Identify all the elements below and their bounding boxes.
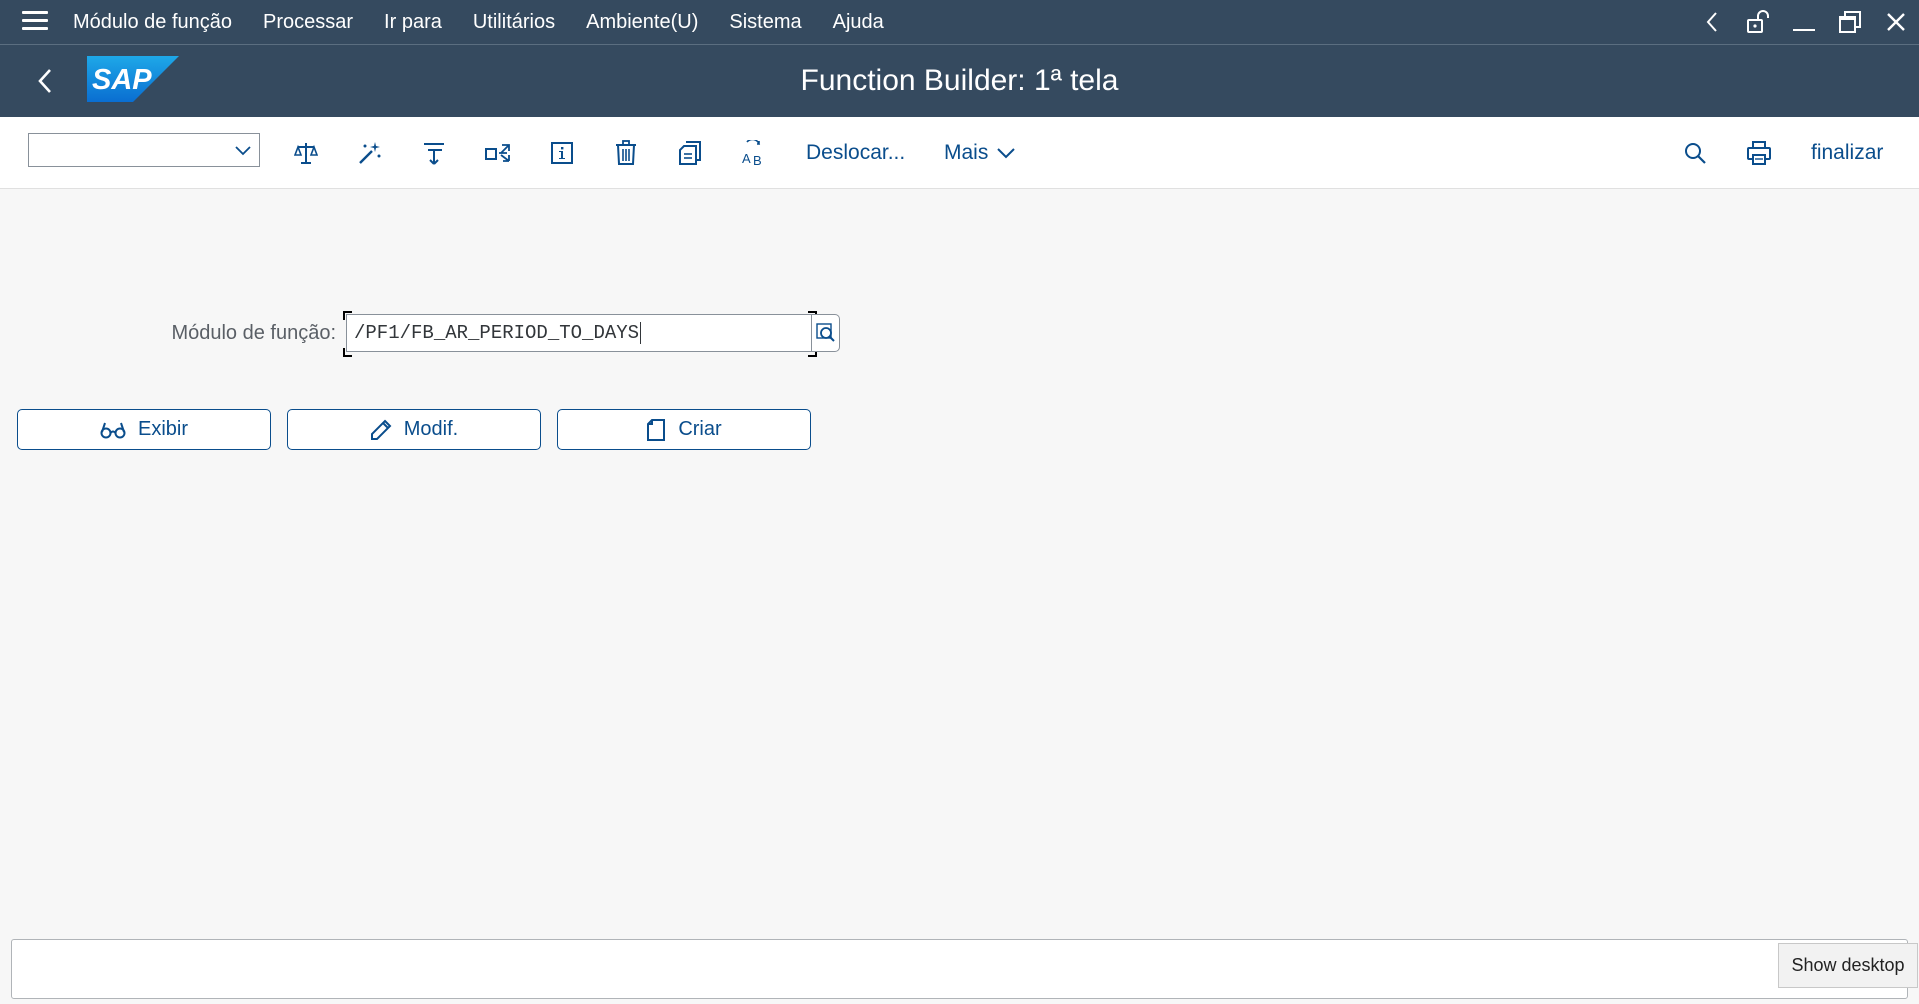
more-label: Mais [944,141,989,164]
rename-icon[interactable]: AB [740,139,768,167]
function-module-label: Módulo de função: [171,322,336,344]
window-controls [1689,0,1919,44]
glasses-icon [100,422,126,438]
text-caret [640,321,642,344]
info-icon[interactable] [548,139,576,167]
menu-item-help[interactable]: Ajuda [833,11,884,34]
menu-item-edit[interactable]: Processar [263,11,353,34]
unlock-icon[interactable] [1735,0,1781,44]
status-bar[interactable] [11,939,1908,999]
compare-icon[interactable] [292,139,320,167]
new-document-icon [647,418,666,441]
focus-corner-top-left [343,311,352,320]
magic-wand-icon[interactable] [356,139,384,167]
copy-icon[interactable] [676,139,704,167]
menu-item-system[interactable]: Sistema [729,11,801,34]
menu-item-goto[interactable]: Ir para [384,11,442,34]
application-toolbar: AB Deslocar... Mais finalizar [0,117,1919,189]
create-button-label: Criar [678,418,722,440]
display-button-label: Exibir [137,418,188,440]
move-button[interactable]: Deslocar... [806,117,905,188]
menu-bar: Módulo de função Processar Ir para Utili… [0,0,1919,45]
pencil-icon [370,419,392,440]
where-used-icon[interactable] [420,139,448,167]
chevron-down-icon [997,147,1016,158]
print-icon[interactable] [1745,139,1773,167]
display-button[interactable]: Exibir [17,409,271,450]
more-button[interactable]: Mais [944,117,1016,188]
menu-item-environment[interactable]: Ambiente(U) [586,11,698,34]
function-module-input[interactable]: /PF1/FB_AR_PERIOD_TO_DAYS [346,314,812,352]
page-title: Function Builder: 1ª tela [800,64,1119,97]
chevron-down-icon[interactable] [233,140,253,160]
create-button[interactable]: Criar [557,409,811,450]
menu-item-utilities[interactable]: Utilitários [473,11,555,34]
display-object-list-icon[interactable] [484,139,512,167]
change-button-label: Modif. [403,418,459,440]
focus-corner-bottom-left [343,348,352,357]
close-icon[interactable] [1873,0,1919,44]
function-module-value: /PF1/FB_AR_PERIOD_TO_DAYS [354,322,640,344]
show-desktop-tooltip: Show desktop [1778,943,1918,988]
svg-text:A: A [742,151,751,166]
command-field[interactable] [28,133,260,167]
minimize-icon[interactable] [1781,0,1827,44]
back-button[interactable] [30,61,60,101]
menu-items: Módulo de função Processar Ir para Utili… [73,0,915,44]
back-arrow-icon [38,69,51,93]
svg-text:B: B [753,153,762,166]
chevron-left-icon[interactable] [1689,0,1735,44]
exit-button[interactable]: finalizar [1811,117,1883,188]
hamburger-menu-icon[interactable] [22,11,48,31]
title-bar: SAP Function Builder: 1ª tela [0,45,1919,117]
restore-icon[interactable] [1827,0,1873,44]
delete-icon[interactable] [612,139,640,167]
menu-item-function-module[interactable]: Módulo de função [73,11,232,34]
search-help-button[interactable] [812,314,840,352]
sap-logo: SAP [87,56,179,102]
change-button[interactable]: Modif. [287,409,541,450]
search-icon[interactable] [1681,139,1709,167]
svg-text:SAP: SAP [92,64,152,96]
value-help-icon [815,323,835,342]
